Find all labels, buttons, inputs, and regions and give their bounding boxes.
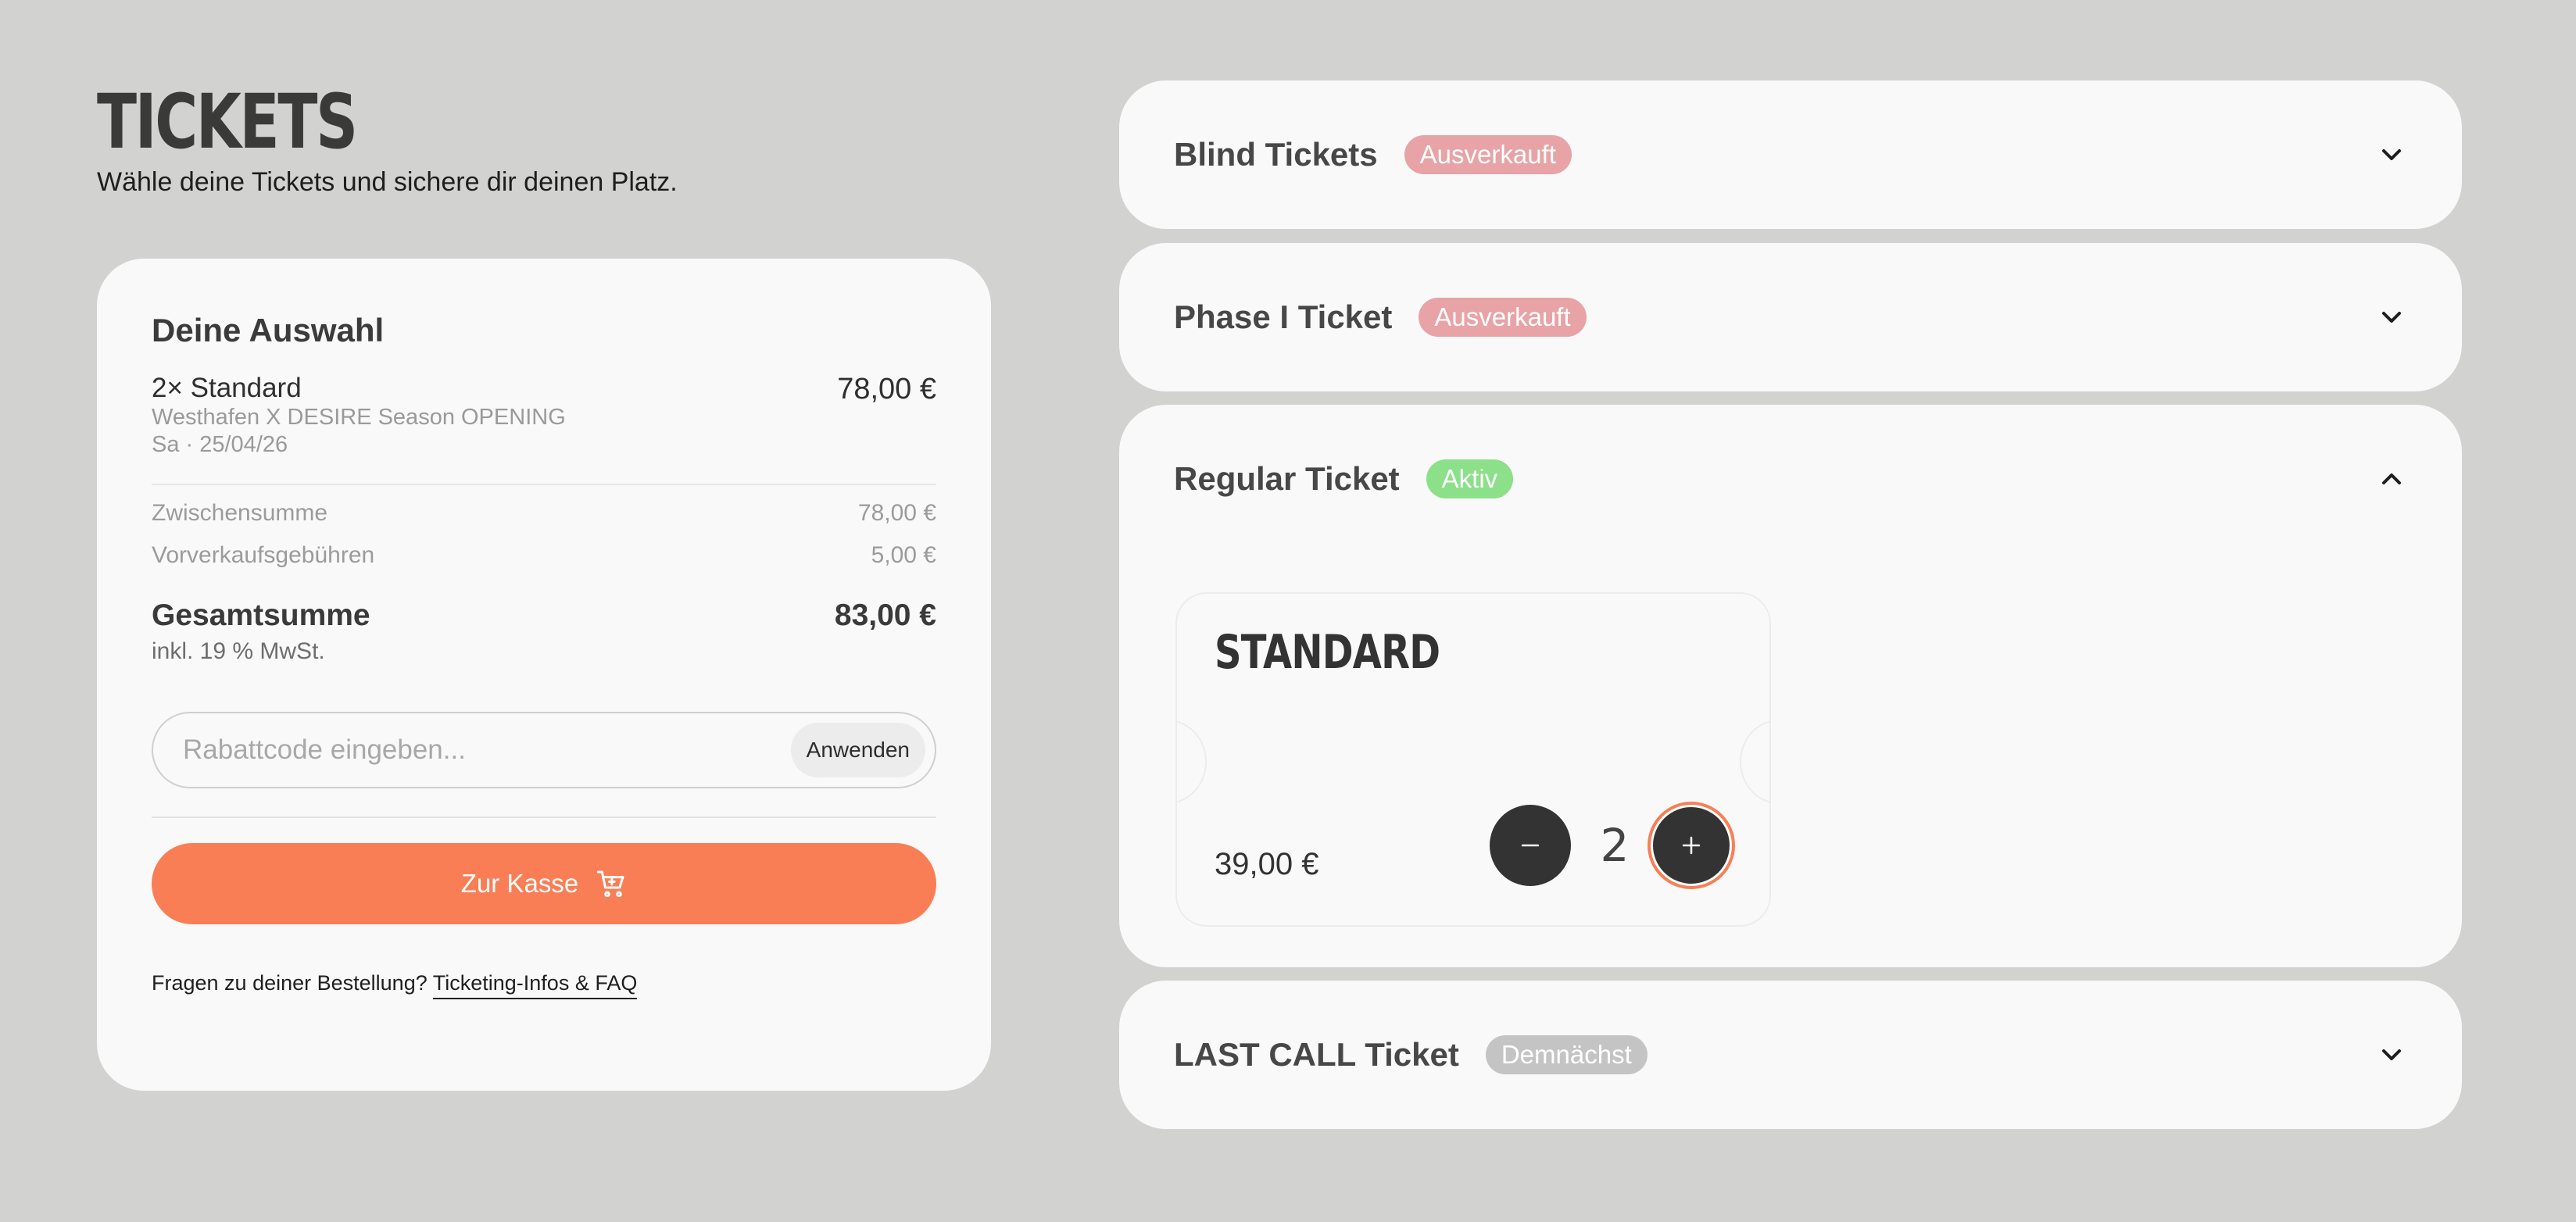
coupon-input[interactable]: [183, 734, 791, 766]
page-subtitle: Wähle deine Tickets und sichere dir dein…: [97, 167, 678, 197]
total-row: Gesamtsumme 83,00 €: [152, 598, 936, 634]
accordion-header[interactable]: Regular Ticket Aktiv: [1119, 405, 2462, 553]
line-item: 2× Standard Westhafen X DESIRE Season OP…: [152, 373, 936, 459]
line-item-date: Sa · 25/04/26: [152, 432, 288, 457]
faq-link[interactable]: Ticketing-Infos & FAQ: [432, 971, 638, 999]
divider: [152, 484, 936, 485]
ticket-option-price: 39,00 €: [1215, 847, 1319, 881]
ticket-category-last-call: LAST CALL Ticket Demnächst: [1119, 981, 2462, 1129]
status-badge: Demnächst: [1485, 1035, 1648, 1074]
line-item-price: 78,00 €: [837, 373, 936, 406]
ticket-category-title: Regular Ticket: [1174, 460, 1400, 497]
chevron-down-icon[interactable]: [2376, 1039, 2407, 1070]
ticket-category-title: Phase I Ticket: [1174, 298, 1393, 335]
ticket-option-name: STANDARD: [1215, 625, 1440, 680]
total-value: 83,00 €: [834, 598, 936, 632]
fees-label: Vorverkaufsgebühren: [152, 542, 375, 568]
ticket-option-card: STANDARD 39,00 € 2: [1175, 592, 1771, 927]
ticket-notch: [1740, 720, 1769, 804]
plus-icon: [1682, 836, 1701, 855]
apply-coupon-button[interactable]: Anwenden: [790, 723, 925, 777]
minus-icon: [1521, 844, 1540, 847]
line-item-event: Westhafen X DESIRE Season OPENING: [152, 405, 566, 430]
status-badge: Aktiv: [1426, 459, 1514, 498]
accordion-header[interactable]: Phase I Ticket Ausverkauft: [1119, 243, 2462, 391]
increase-quantity-button[interactable]: [1651, 805, 1732, 886]
chevron-down-icon[interactable]: [2376, 139, 2407, 170]
chevron-up-icon[interactable]: [2376, 463, 2407, 495]
coupon-field: Anwenden: [152, 712, 936, 788]
chevron-down-icon[interactable]: [2376, 302, 2407, 333]
quantity-value: 2: [1600, 819, 1630, 872]
checkout-label: Zur Kasse: [460, 869, 579, 898]
ticket-notch: [1177, 720, 1207, 804]
cart-icon: [596, 868, 627, 899]
fees-row: Vorverkaufsgebühren 5,00 €: [152, 541, 936, 570]
ticket-category-title: LAST CALL Ticket: [1174, 1036, 1459, 1073]
accordion-header[interactable]: LAST CALL Ticket Demnächst: [1119, 981, 2462, 1129]
ticket-category-regular: Regular Ticket Aktiv STANDARD 39,00 € 2: [1119, 405, 2462, 967]
faq-note: Fragen zu deiner Bestellung? Ticketing-I…: [152, 971, 936, 999]
summary-title: Deine Auswahl: [152, 312, 385, 348]
subtotal-value: 78,00 €: [857, 500, 936, 526]
page-header: TICKETS Wähle deine Tickets und sichere …: [97, 78, 991, 198]
subtotal-row: Zwischensumme 78,00 €: [152, 499, 936, 527]
vat-note: inkl. 19 % MwSt.: [152, 638, 325, 664]
decrease-quantity-button[interactable]: [1490, 805, 1571, 886]
faq-text: Fragen zu deiner Bestellung?: [152, 971, 428, 995]
status-badge: Ausverkauft: [1404, 135, 1572, 174]
ticket-category-title: Blind Tickets: [1174, 136, 1378, 173]
accordion-header[interactable]: Blind Tickets Ausverkauft: [1119, 80, 2462, 229]
fees-value: 5,00 €: [871, 542, 936, 568]
ticket-category-phase-1: Phase I Ticket Ausverkauft: [1119, 243, 2462, 391]
page-title: TICKETS: [97, 78, 358, 166]
order-summary-card: Deine Auswahl 2× Standard Westhafen X DE…: [97, 259, 991, 1091]
ticket-category-blind: Blind Tickets Ausverkauft: [1119, 80, 2462, 229]
divider: [152, 816, 936, 818]
line-item-name: 2× Standard: [152, 373, 302, 403]
status-badge: Ausverkauft: [1419, 298, 1587, 337]
subtotal-label: Zwischensumme: [152, 500, 328, 526]
checkout-button[interactable]: Zur Kasse: [152, 843, 936, 924]
total-label: Gesamtsumme: [152, 598, 370, 632]
